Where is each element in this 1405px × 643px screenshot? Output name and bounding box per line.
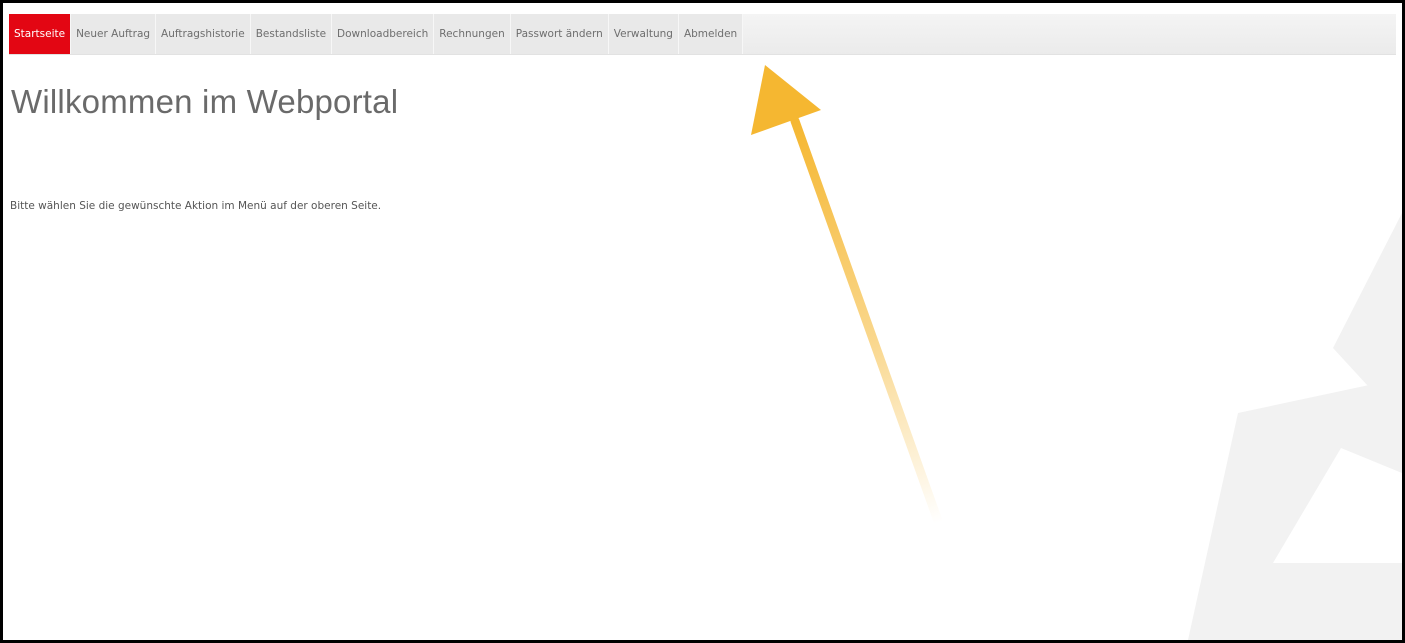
annotation-arrow-icon	[751, 65, 943, 526]
app-window: Startseite Neuer Auftrag Auftragshistori…	[0, 0, 1405, 643]
